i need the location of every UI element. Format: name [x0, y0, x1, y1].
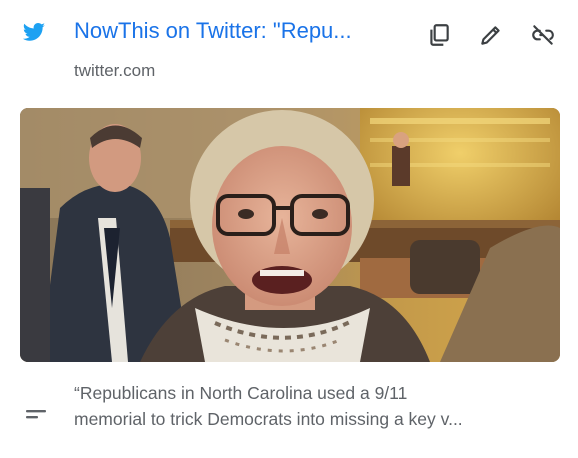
- link-actions-toolbar: [422, 18, 560, 52]
- copy-link-button[interactable]: [422, 18, 456, 52]
- link-preview-header: NowThis on Twitter: "Repu... twitter.com: [0, 0, 578, 100]
- link-title[interactable]: NowThis on Twitter: "Repu...: [74, 16, 404, 46]
- unlink-button[interactable]: [526, 18, 560, 52]
- description-text: “Republicans in North Carolina used a 9/…: [74, 380, 560, 432]
- short-text-icon: [24, 402, 48, 426]
- link-preview-card: NowThis on Twitter: "Repu... twitter.com: [0, 0, 578, 458]
- twitter-bird-icon: [22, 20, 46, 44]
- link-off-icon: [532, 25, 554, 45]
- copy-icon: [430, 24, 449, 46]
- link-domain: twitter.com: [74, 61, 156, 80]
- description-line-1: “Republicans in North Carolina used a 9/…: [74, 383, 408, 403]
- link-description: “Republicans in North Carolina used a 9/…: [0, 372, 578, 458]
- pencil-icon: [481, 26, 500, 45]
- edit-link-button[interactable]: [474, 18, 508, 52]
- link-preview-image[interactable]: [20, 108, 560, 362]
- description-line-2: memorial to trick Democrats into missing…: [74, 409, 463, 429]
